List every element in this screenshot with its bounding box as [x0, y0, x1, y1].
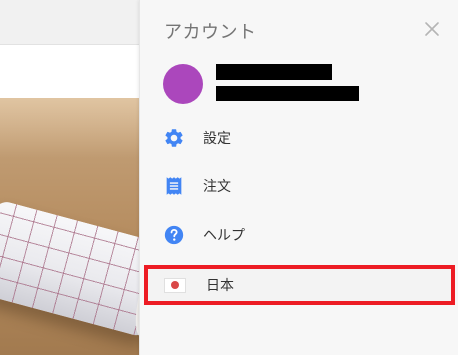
menu-label-orders: 注文: [203, 179, 231, 195]
close-icon: [425, 22, 439, 36]
japan-flag-icon: [164, 274, 186, 296]
receipt-icon: [163, 175, 185, 197]
menu-item-settings[interactable]: 設定: [140, 120, 458, 156]
user-info: [163, 64, 443, 104]
menu-item-country[interactable]: 日本: [144, 265, 455, 305]
menu-label-help: ヘルプ: [203, 228, 245, 244]
menu-label-country: 日本: [206, 278, 234, 294]
close-button[interactable]: [419, 16, 445, 42]
help-icon: [163, 224, 185, 246]
user-name-redacted: [216, 64, 332, 80]
menu-item-orders[interactable]: 注文: [140, 168, 458, 204]
panel-title: アカウント: [164, 22, 257, 43]
page-top-bar: [0, 0, 140, 45]
grid-paper-roll: [0, 199, 140, 341]
gear-icon: [163, 127, 185, 149]
account-panel: アカウント 設定 注文 ヘルプ 日本: [139, 0, 458, 355]
menu-label-settings: 設定: [203, 131, 231, 147]
menu-item-help[interactable]: ヘルプ: [140, 217, 458, 253]
page-header-area: [0, 45, 140, 98]
photo-highlight: [0, 98, 140, 158]
avatar[interactable]: [163, 64, 203, 104]
user-email-redacted: [216, 86, 359, 101]
product-photo[interactable]: [0, 98, 140, 355]
